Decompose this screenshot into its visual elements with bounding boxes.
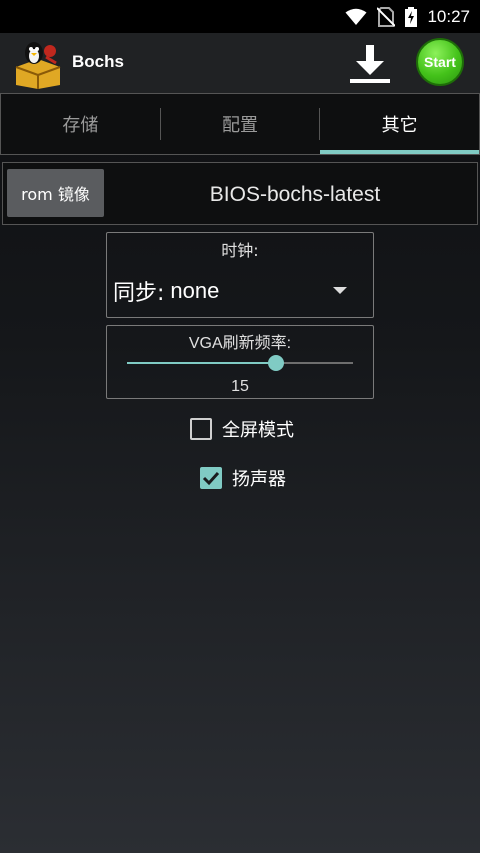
start-button-label: Start (424, 54, 456, 70)
speaker-checkbox[interactable] (200, 467, 222, 489)
clock-group: 时钟: 同步: none (106, 232, 374, 318)
tab-label: 配置 (222, 115, 258, 136)
download-icon[interactable] (346, 39, 394, 87)
tab-label: 其它 (381, 115, 418, 136)
bochs-penguin-logo-icon[interactable] (12, 37, 64, 89)
fullscreen-label: 全屏模式 (222, 420, 294, 441)
fullscreen-option[interactable]: 全屏模式 (190, 416, 294, 442)
start-button[interactable]: Start (416, 38, 464, 86)
slider-fill (127, 362, 277, 364)
fullscreen-checkbox[interactable] (190, 418, 212, 440)
rom-image-row: rom 镜像 BIOS-bochs-latest (2, 162, 478, 225)
tab-config[interactable]: 配置 (161, 94, 320, 154)
battery-charging-icon (405, 6, 418, 27)
clock-sync-prefix: 同步: (113, 281, 165, 306)
vga-refresh-label: VGA刷新频率: (188, 335, 292, 352)
tab-label: 存储 (62, 115, 99, 136)
vga-refresh-slider[interactable] (127, 354, 353, 372)
vga-refresh-value: 15 (231, 378, 249, 395)
speaker-label: 扬声器 (232, 469, 286, 490)
checkmark-icon (202, 471, 220, 486)
no-sim-icon (377, 6, 396, 27)
status-bar: 10:27 (0, 0, 480, 33)
rom-image-button-label: rom 镜像 (21, 185, 90, 204)
vga-refresh-group: VGA刷新频率: 15 (106, 325, 374, 399)
clock-time: 10:27 (427, 6, 470, 26)
action-bar: Bochs Start (0, 33, 480, 93)
clock-sync-spinner[interactable]: 同步: none (113, 271, 367, 311)
clock-sync-value: none (170, 278, 220, 303)
speaker-option[interactable]: 扬声器 (200, 465, 286, 491)
tab-bar: 存储 配置 其它 (0, 93, 480, 155)
tab-storage[interactable]: 存储 (1, 94, 160, 154)
rom-image-value: BIOS-bochs-latest (209, 182, 381, 206)
slider-thumb[interactable] (268, 355, 285, 371)
dropdown-caret-icon (333, 287, 347, 294)
clock-label: 时钟: (221, 241, 259, 260)
app-title: Bochs (72, 52, 124, 71)
wifi-icon (345, 8, 367, 25)
tab-other[interactable]: 其它 (320, 94, 479, 154)
rom-image-button[interactable]: rom 镜像 (7, 169, 104, 217)
